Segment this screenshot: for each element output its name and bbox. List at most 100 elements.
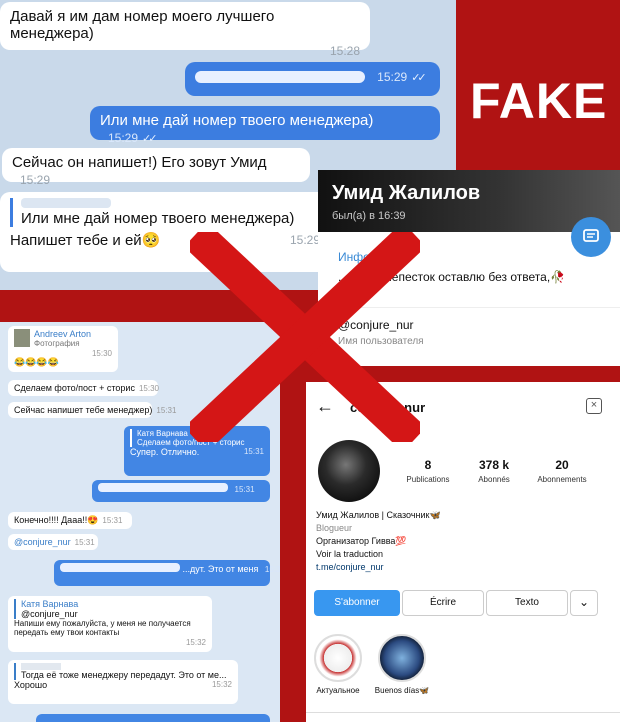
text-button[interactable]: Texto [486, 590, 568, 616]
chat-message-outgoing-reply: Катя Варнава Сделаем фото/пост + сторис … [124, 426, 270, 476]
message-redacted [195, 71, 365, 84]
bio-line: Организатор Гивва💯 [316, 536, 407, 546]
chat-message-outgoing: ...дут. Это от меня 15:31 [54, 560, 280, 586]
reply-quote: Или мне дай номер твоего менеджера) [10, 198, 320, 227]
profile-bio-sub: ...бе [338, 290, 358, 301]
see-translation-link[interactable]: Voir la traduction [316, 549, 383, 559]
message-text: Сейчас он напишет!) Его зовут Умид [12, 154, 267, 171]
message-time: 15:30 [91, 349, 112, 358]
message-time: 15:31 [234, 485, 255, 494]
message-time: 15:31 [156, 406, 177, 415]
message-glyph [583, 228, 599, 242]
chat-message: Давай я им дам номер моего лучшего менед… [0, 2, 370, 58]
read-check-icon: ✓✓ [411, 72, 427, 84]
message-time: 15:31 [243, 447, 264, 456]
stat-followers-label: Abonnés [478, 475, 510, 484]
message-time: 15:32 [211, 680, 232, 689]
sender-name: Катя Варнава [137, 429, 188, 438]
reply-text: Сделаем фото/пост + сторис [137, 438, 245, 447]
reply-quote: Катя Варнава @conjure_nur [14, 599, 206, 619]
stat-following-count[interactable]: 20 [527, 458, 597, 472]
sender-name: Катя Варнава [21, 599, 79, 609]
message-text: Конечно!!!! Дааа!!😍 [14, 515, 99, 525]
outgoing-message-partial [36, 714, 270, 722]
instagram-profile-card: ← conjure_nur × 8 Publications 378 k Abo… [306, 382, 620, 722]
chat-message-outgoing: 15:29 ✓✓ [185, 62, 440, 96]
message-time: 15:32 [185, 638, 206, 647]
story-highlight[interactable] [314, 634, 362, 682]
message-button[interactable]: Écrire [402, 590, 484, 616]
back-arrow-icon[interactable]: ← [316, 396, 334, 417]
message-text[interactable]: @conjure_nur [14, 537, 71, 547]
collage: Давай я им дам номер моего лучшего менед… [0, 0, 620, 722]
message-time: 15:28 [329, 44, 360, 58]
telegram-profile-header: Умид Жалилов был(а) в 16:39 [318, 170, 620, 232]
reply-text: Или мне дай номер твоего менеджера) [21, 210, 295, 227]
chat-message: Конечно!!!! Дааа!!😍 15:31 [8, 512, 132, 529]
message-redacted [60, 563, 180, 572]
message-time: 15:29 [108, 131, 139, 145]
profile-bio: ...едний лепесток оставлю без ответа,🥀 [338, 270, 566, 284]
reply-sender-redacted [21, 198, 111, 208]
username-label: Имя пользователя [338, 336, 424, 347]
message-time: 15:30 [138, 384, 159, 393]
profile-name: Умид Жалилов [332, 182, 481, 204]
chat-message-reply: Катя Варнава @conjure_nur Напиши ему пож… [8, 596, 212, 652]
message-time: 15:29 [289, 233, 320, 247]
chat-message: @conjure_nur 15:31 [8, 534, 98, 550]
reply-text: Тогда её тоже менеджеру передадут. Это о… [21, 670, 227, 680]
chat-message-reply: Тогда её тоже менеджеру передадут. Это о… [8, 660, 238, 704]
message-text: Супер. Отлично. [130, 447, 200, 457]
info-section-label: Информация [338, 250, 412, 264]
message-text: Сейчас напишет тебе менеджер) [14, 405, 153, 415]
chat-message: Сейчас напишет тебе менеджер) 15:31 [8, 402, 176, 418]
message-text: 😂😂😂😂 [14, 357, 59, 367]
bio-link[interactable]: t.me/conjure_nur [316, 562, 384, 572]
profile-username[interactable]: @conjure_nur [338, 318, 414, 332]
photo-thumbnail [14, 329, 30, 347]
chat-message-outgoing: 15:31 [92, 480, 270, 502]
message-time: 15:31 [264, 565, 280, 574]
read-check-icon: ✓✓ [142, 133, 158, 145]
story-highlight[interactable] [378, 634, 426, 682]
message-time: 15:29 [20, 173, 51, 187]
stat-publications-count: 8 [424, 458, 432, 472]
reply-sender-redacted [21, 663, 61, 670]
chat-message: Сейчас он напишет!) Его зовут Умид 15:29 [2, 148, 310, 187]
message-redacted [98, 483, 228, 492]
message-time: 15:29 [377, 70, 408, 84]
ig-username: conjure_nur [350, 400, 426, 415]
message-text: ...дут. Это от меня [182, 564, 259, 574]
stat-publications-label: Publications [406, 475, 450, 484]
subscribe-button[interactable]: S'abonner [314, 590, 400, 616]
message-text: Напишет тебе и ей🥺 [10, 232, 161, 249]
message-text: Хорошо [14, 680, 48, 690]
stat-following-label: Abonnements [537, 475, 587, 484]
message-text: Сделаем фото/пост + сторис [14, 383, 135, 393]
message-time: 15:31 [74, 538, 95, 547]
message-text: Давай я им дам номер моего лучшего менед… [10, 8, 275, 42]
reply-text: @conjure_nur [21, 609, 78, 619]
highlight-label: Buenos días🦋 [374, 686, 430, 695]
fake-label: FAKE [470, 73, 608, 129]
avatar[interactable] [318, 440, 380, 502]
bio-name: Умид Жалилов | Сказочник🦋 [316, 510, 441, 520]
stat-followers-count[interactable]: 378 k [459, 458, 529, 472]
bio-category: Blogueur [316, 523, 353, 533]
reply-quote: Катя Варнава Сделаем фото/пост + сторис [130, 429, 264, 447]
chat-message-outgoing: Или мне дай номер твоего менеджера) 15:2… [90, 106, 440, 145]
message-icon[interactable] [571, 217, 611, 257]
reply-quote: Тогда её тоже менеджеру передадут. Это о… [14, 663, 232, 680]
chevron-down-icon[interactable]: ⌄ [570, 590, 598, 616]
profile-status: был(а) в 16:39 [332, 210, 406, 222]
chat-message: Сделаем фото/пост + сторис 15:30 [8, 380, 159, 396]
grid-tab-bar [306, 712, 620, 722]
chat-message-reply: Или мне дай номер твоего менеджера) Напи… [0, 192, 330, 272]
user-plus-icon[interactable]: × [586, 398, 602, 414]
message-time: 15:31 [102, 516, 123, 525]
highlight-label: Актуальное [316, 686, 360, 695]
telegram-profile-card: Умид Жалилов был(а) в 16:39 Информация .… [318, 170, 620, 366]
bottom-chat-panel: Andreev Arton Фотография 15:30 😂😂😂😂 Сдел… [0, 322, 280, 722]
message-text: Или мне дай номер твоего менеджера) [100, 112, 374, 129]
divider [338, 307, 620, 308]
